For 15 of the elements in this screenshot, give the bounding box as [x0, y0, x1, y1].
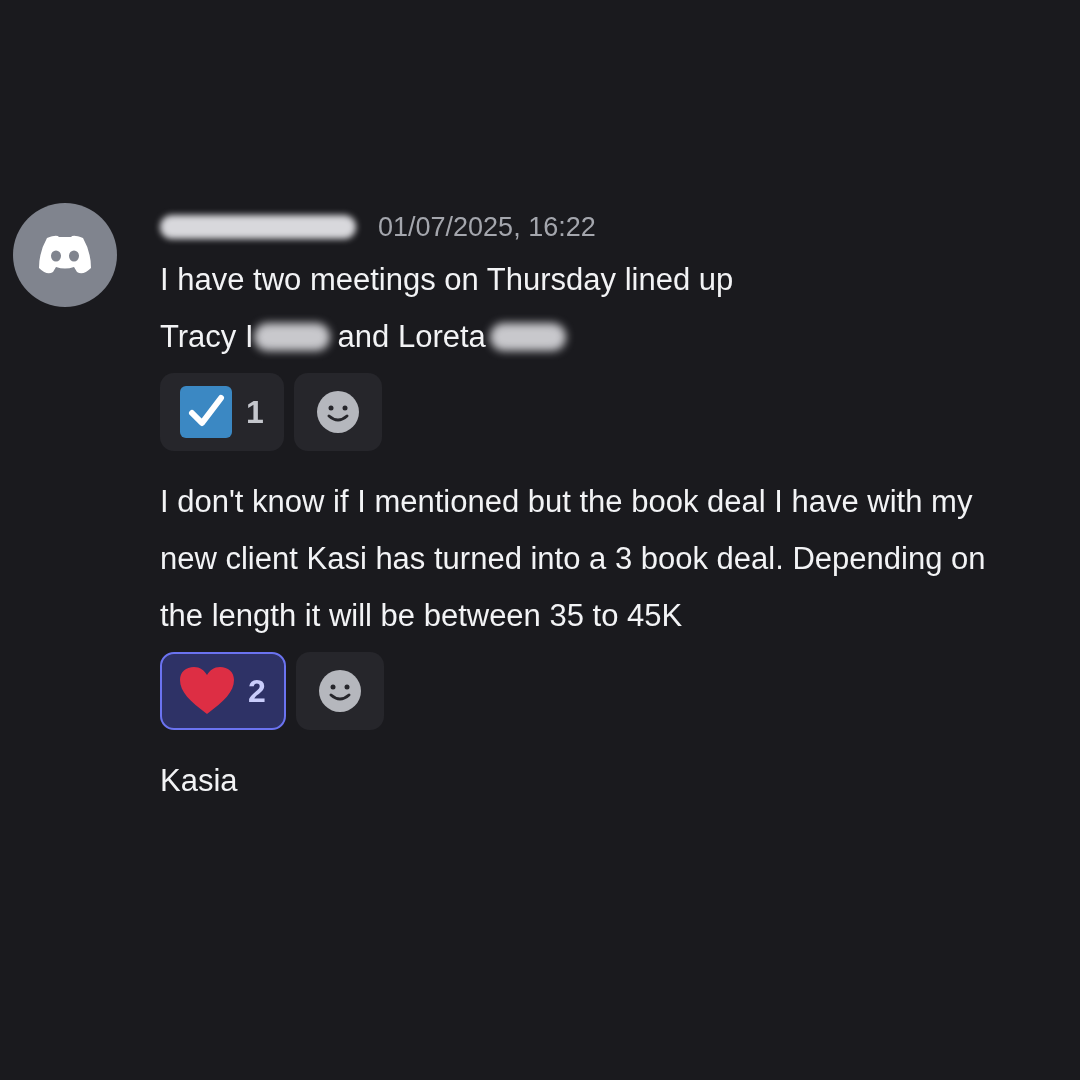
message-text: I have two meetings on Thursday lined up [160, 262, 734, 297]
add-reaction-button[interactable] [295, 652, 384, 730]
gamepad-face-icon [37, 234, 93, 276]
message-text: I don't know if I mentioned but the book deal I have with my new client Kasi has turned into a 3 book deal. Depending on the length it will be between 35 to 45K [160, 484, 986, 633]
message-text: Tracy I [160, 318, 254, 356]
heart-icon [180, 667, 234, 715]
reaction-button[interactable]: 2 [160, 652, 286, 730]
message-text: Kasia [160, 763, 238, 798]
message-text: and Loreta [337, 318, 486, 356]
checkbox-icon [180, 386, 232, 438]
add-reaction-button[interactable] [293, 373, 382, 451]
smiley-icon [317, 669, 362, 713]
timestamp: 01/07/2025, 16:22 [378, 211, 596, 243]
reaction-button[interactable]: 1 [160, 373, 284, 451]
smiley-icon [315, 390, 360, 434]
